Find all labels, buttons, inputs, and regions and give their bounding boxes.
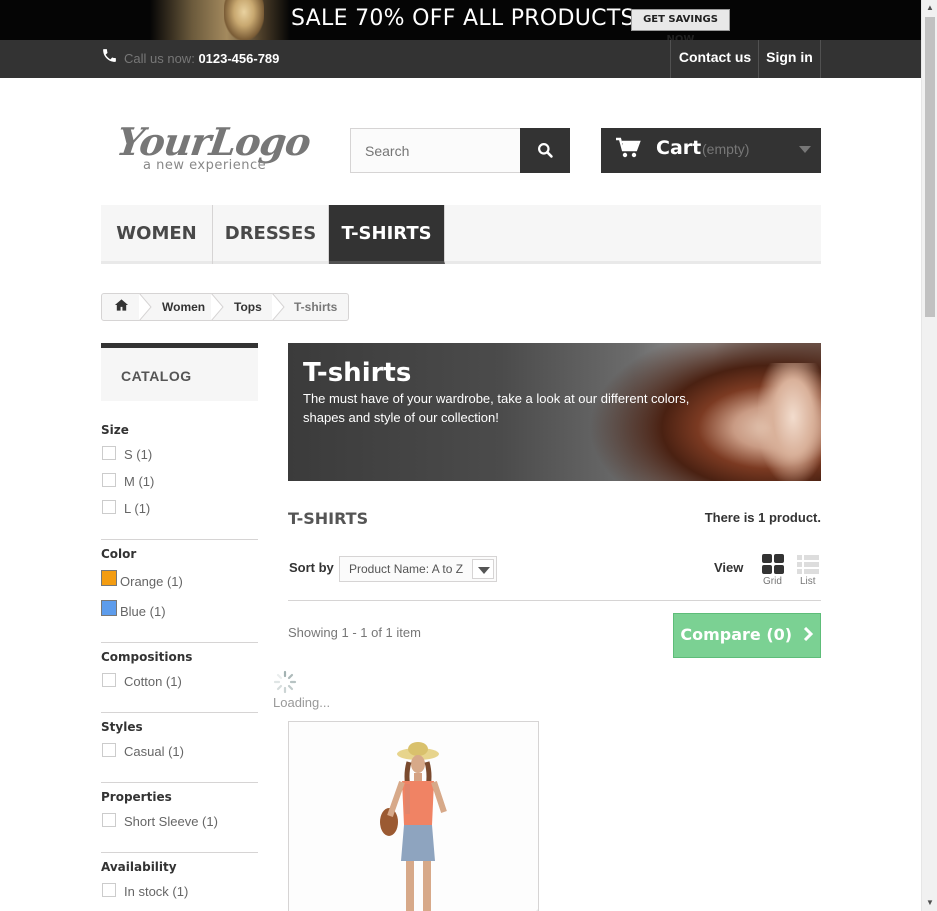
vertical-scrollbar[interactable]: ▲ ▼ — [921, 0, 937, 911]
grid-view-icon[interactable] — [761, 553, 785, 577]
sort-select[interactable]: Product Name: A to Z — [339, 556, 497, 582]
breadcrumb-separator — [139, 293, 152, 321]
chevron-down-icon — [799, 146, 811, 153]
color-swatch-orange[interactable] — [101, 570, 117, 586]
facet-in-stock[interactable]: In stock (1) — [124, 884, 188, 899]
sort-by-label: Sort by — [289, 560, 334, 575]
breadcrumb: Women Tops T-shirts — [101, 293, 349, 321]
search-icon — [537, 143, 553, 158]
divider — [101, 712, 258, 713]
catalog-block-title: CATALOG — [101, 343, 258, 401]
category-banner: T-shirts The must have of your wardrobe,… — [288, 343, 821, 481]
facet-size-s[interactable]: S (1) — [124, 447, 152, 462]
banner-description: The must have of your wardrobe, take a l… — [303, 391, 690, 425]
divider — [288, 600, 821, 601]
chevron-right-icon — [803, 626, 813, 642]
banner-model-face — [758, 363, 821, 481]
facet-size-m[interactable]: M (1) — [124, 474, 154, 489]
call-us-text: Call us now: 0123-456-789 — [124, 51, 279, 66]
facet-color-blue[interactable]: Blue (1) — [120, 604, 166, 619]
site-logo[interactable]: YourLogo a new experience — [113, 119, 314, 176]
sign-in-link[interactable]: Sign in — [758, 40, 821, 78]
list-view-icon[interactable] — [796, 553, 820, 577]
facet-color-title: Color — [101, 547, 137, 561]
facet-properties-title: Properties — [101, 790, 172, 804]
divider — [101, 539, 258, 540]
logo-text: YourLogo — [113, 119, 314, 164]
cart-icon — [616, 137, 641, 158]
checkbox-size-l[interactable] — [102, 500, 116, 514]
loading-text: Loading... — [273, 695, 331, 710]
banner-title: T-shirts — [303, 358, 412, 388]
facet-cotton[interactable]: Cotton (1) — [124, 674, 182, 689]
facet-size-title: Size — [101, 423, 129, 437]
category-heading: T-SHIRTS — [288, 509, 369, 528]
chevron-down-icon[interactable] — [472, 559, 494, 579]
compare-label: Compare (0) — [680, 625, 793, 644]
get-savings-button[interactable]: GET SAVINGS NOW — [631, 9, 730, 40]
showing-items-text: Showing 1 - 1 of 1 item — [288, 625, 421, 640]
home-icon[interactable] — [114, 295, 129, 321]
call-label: Call us now: — [124, 51, 195, 66]
search-button[interactable] — [520, 128, 570, 173]
cart-label: Cart — [656, 137, 702, 159]
phone-icon — [103, 49, 116, 62]
phone-number: 0123-456-789 — [198, 51, 280, 66]
sort-select-value: Product Name: A to Z — [349, 562, 464, 576]
facet-compositions-title: Compositions — [101, 650, 193, 664]
promo-text: SALE 70% OFF ALL PRODUCTS — [291, 6, 635, 31]
view-label: View — [714, 560, 744, 575]
product-image[interactable] — [289, 722, 539, 911]
facet-color-orange[interactable]: Orange (1) — [120, 574, 183, 589]
promo-image — [150, 0, 290, 40]
page: SALE 70% OFF ALL PRODUCTS GET SAVINGS NO… — [0, 0, 921, 911]
facet-availability-title: Availability — [101, 860, 177, 874]
facet-styles-title: Styles — [101, 720, 143, 734]
product-count: There is 1 product. — [704, 510, 821, 525]
facet-short-sleeve[interactable]: Short Sleeve (1) — [124, 814, 218, 829]
scroll-down-icon[interactable]: ▼ — [922, 895, 937, 911]
list-view-label[interactable]: List — [800, 576, 816, 587]
cart-status: (empty) — [702, 141, 750, 157]
divider — [101, 642, 258, 643]
breadcrumb-separator — [272, 293, 285, 321]
cart-button[interactable]: Cart (empty) — [601, 128, 821, 173]
search-input[interactable] — [350, 128, 520, 173]
checkbox-casual[interactable] — [102, 743, 116, 757]
divider — [101, 782, 258, 783]
catalog-title: CATALOG — [121, 368, 192, 384]
promo-banner[interactable]: SALE 70% OFF ALL PRODUCTS GET SAVINGS NO… — [0, 0, 921, 40]
checkbox-size-m[interactable] — [102, 473, 116, 487]
menu-item-dresses[interactable]: DRESSES — [213, 205, 329, 264]
breadcrumb-women[interactable]: Women — [162, 294, 205, 320]
product-card[interactable] — [288, 721, 539, 911]
checkbox-in-stock[interactable] — [102, 883, 116, 897]
menu-item-tshirts[interactable]: T-SHIRTS — [329, 205, 445, 264]
breadcrumb-current: T-shirts — [294, 300, 338, 314]
logo-tagline: a new experience — [143, 158, 267, 173]
breadcrumb-separator — [211, 293, 224, 321]
contact-us-link[interactable]: Contact us — [670, 40, 759, 78]
checkbox-size-s[interactable] — [102, 446, 116, 460]
checkbox-short-sleeve[interactable] — [102, 813, 116, 827]
facet-size-l[interactable]: L (1) — [124, 501, 150, 516]
scrollbar-thumb[interactable] — [925, 17, 935, 317]
loading-spinner-icon — [273, 670, 297, 694]
menu-item-women[interactable]: WOMEN — [101, 205, 213, 264]
main-menu: WOMEN DRESSES T-SHIRTS — [101, 205, 821, 264]
compare-button[interactable]: Compare (0) — [673, 613, 821, 658]
facet-casual[interactable]: Casual (1) — [124, 744, 184, 759]
promo-model-image — [224, 0, 264, 40]
breadcrumb-tops[interactable]: Tops — [234, 294, 262, 320]
grid-view-label[interactable]: Grid — [763, 576, 782, 587]
scroll-up-icon[interactable]: ▲ — [922, 0, 937, 16]
checkbox-cotton[interactable] — [102, 673, 116, 687]
divider — [101, 852, 258, 853]
color-swatch-blue[interactable] — [101, 600, 117, 616]
